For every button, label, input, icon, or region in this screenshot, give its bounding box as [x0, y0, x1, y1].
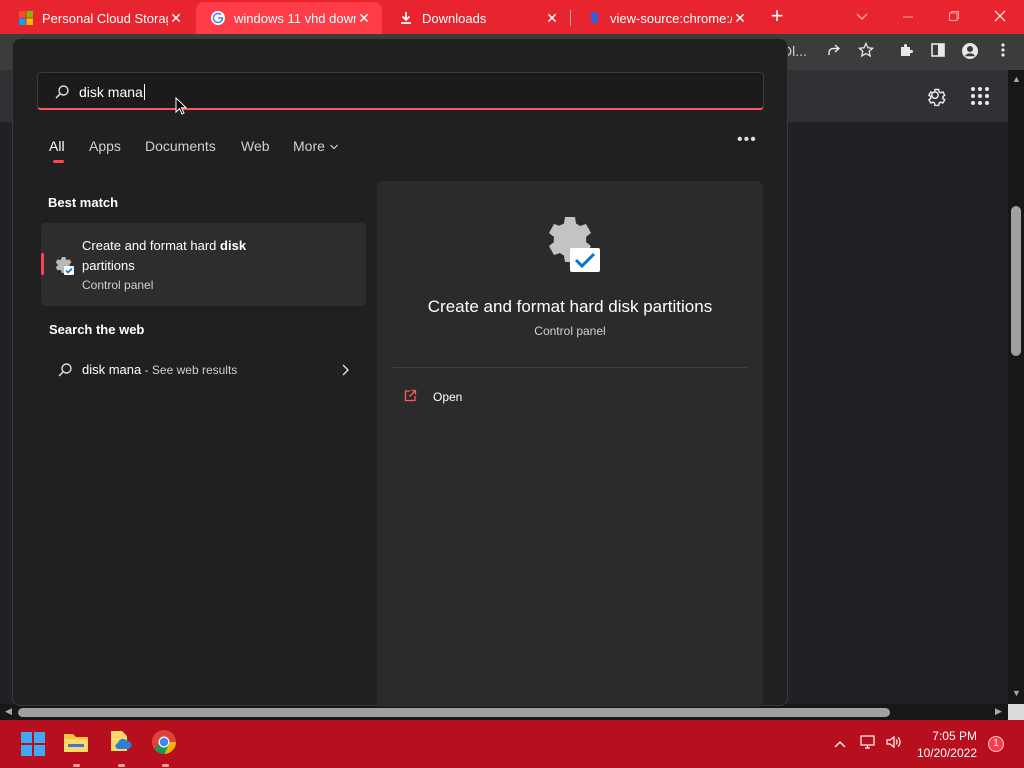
vertical-scroll-thumb[interactable]: [1011, 206, 1021, 356]
search-query-text: disk mana: [79, 84, 145, 100]
open-action-button[interactable]: Open: [403, 387, 523, 407]
best-match-result[interactable]: Create and format hard disk partitions Co…: [41, 223, 366, 306]
filter-more-label: More: [293, 138, 325, 154]
best-match-subtitle: Control panel: [82, 278, 154, 292]
tab-view-source[interactable]: view-source:chrome:// ✕: [572, 2, 758, 34]
minimize-icon[interactable]: [886, 4, 930, 30]
bookmark-star-icon[interactable]: [856, 41, 876, 62]
tab-close-icon[interactable]: ✕: [732, 10, 748, 27]
tab-title: windows 11 vhd downl: [234, 10, 356, 26]
tab-search-chevron-icon[interactable]: [840, 4, 884, 30]
start-icon[interactable]: [18, 729, 48, 759]
clock-time[interactable]: 7:05 PM: [913, 729, 977, 743]
side-panel-icon[interactable]: [928, 42, 948, 62]
tab-close-icon[interactable]: ✕: [356, 10, 372, 27]
web-search-result[interactable]: disk mana - See web results: [41, 354, 366, 386]
running-indicator: [118, 764, 125, 767]
filter-tab-apps[interactable]: Apps: [89, 138, 121, 154]
best-match-title: Create and format hard disk partitions: [82, 238, 247, 273]
chevron-down-icon: [329, 144, 338, 150]
menu-kebab-icon[interactable]: [993, 42, 1013, 62]
network-icon[interactable]: [858, 734, 878, 754]
web-result-query: disk mana - See web results: [82, 362, 238, 377]
running-indicator: [162, 764, 169, 767]
open-external-icon: [404, 389, 417, 402]
detail-subtitle: Control panel: [534, 324, 606, 338]
detail-divider: [393, 367, 747, 368]
settings-gear-icon[interactable]: [924, 86, 946, 108]
start-search-panel: disk mana All Apps Documents Web More ••…: [12, 38, 788, 707]
browser-tab-strip: Personal Cloud Storage ✕ windows 11 vhd …: [0, 0, 1024, 34]
restore-icon[interactable]: [932, 4, 976, 30]
vertical-scrollbar[interactable]: ▲ ▼: [1008, 70, 1024, 704]
tab-personal-cloud-storage[interactable]: Personal Cloud Storage ✕: [4, 2, 194, 34]
tab-title: Downloads: [422, 10, 487, 26]
extensions-puzzle-icon[interactable]: [896, 42, 916, 62]
more-options-icon[interactable]: •••: [737, 131, 757, 149]
text-caret: [143, 84, 145, 100]
profile-avatar-icon[interactable]: [960, 42, 980, 62]
tab-title: view-source:chrome://: [610, 10, 732, 26]
best-match-heading: Best match: [48, 195, 119, 210]
search-input[interactable]: disk mana: [37, 72, 764, 110]
tab-windows-11-vhd[interactable]: windows 11 vhd downl ✕: [196, 2, 382, 34]
detail-title: Create and format hard disk partitions: [427, 297, 713, 316]
share-icon[interactable]: [824, 42, 844, 62]
download-icon: [401, 12, 411, 24]
microsoft-logo-icon: [19, 11, 33, 25]
taskbar: 7:05 PM 10/20/2022 1: [0, 720, 1024, 768]
search-web-heading: Search the web: [49, 322, 145, 337]
running-indicator: [73, 764, 80, 767]
scroll-left-arrow-icon[interactable]: ◀: [5, 706, 12, 717]
search-icon: [55, 85, 69, 99]
mouse-pointer-icon: [175, 97, 187, 115]
settings-gear-check-icon: [55, 257, 74, 275]
tab-separator: [570, 10, 571, 26]
file-explorer-icon[interactable]: [62, 729, 92, 767]
scroll-right-arrow-icon[interactable]: ▶: [995, 706, 1002, 717]
scrollbar-corner: [1008, 704, 1024, 720]
search-icon: [58, 363, 72, 377]
tab-close-icon[interactable]: ✕: [544, 10, 560, 27]
scroll-down-arrow-icon[interactable]: ▼: [1012, 688, 1021, 698]
filter-tab-web[interactable]: Web: [241, 138, 270, 154]
selection-accent-bar: [41, 253, 44, 275]
chrome-icon[interactable]: [151, 729, 181, 767]
settings-gear-check-icon: [549, 217, 600, 272]
apps-grid-icon[interactable]: [970, 86, 992, 108]
filter-tab-documents[interactable]: Documents: [145, 138, 216, 154]
horizontal-scroll-thumb[interactable]: [18, 708, 890, 717]
volume-speaker-icon[interactable]: [884, 734, 904, 754]
documents-icon[interactable]: [107, 729, 137, 767]
active-filter-indicator: [53, 160, 64, 163]
page-icon: [591, 12, 598, 23]
show-hidden-icons-chevron-icon[interactable]: [830, 734, 850, 754]
filter-tab-all[interactable]: All: [49, 138, 65, 154]
tab-close-icon[interactable]: ✕: [168, 10, 184, 27]
close-window-icon[interactable]: [978, 4, 1022, 30]
tab-downloads[interactable]: Downloads ✕: [384, 2, 570, 34]
scroll-up-arrow-icon[interactable]: ▲: [1012, 74, 1021, 84]
new-tab-button[interactable]: +: [766, 5, 788, 28]
filter-tab-more[interactable]: More: [293, 138, 339, 154]
notification-badge[interactable]: 1: [988, 736, 1004, 752]
clock-date[interactable]: 10/20/2022: [906, 746, 977, 760]
result-detail-pane: Create and format hard disk partitions C…: [377, 181, 763, 707]
chevron-right-icon: [342, 364, 349, 376]
tab-title: Personal Cloud Storage: [42, 10, 168, 26]
open-action-label: Open: [433, 390, 463, 404]
google-logo-icon: [211, 11, 225, 25]
